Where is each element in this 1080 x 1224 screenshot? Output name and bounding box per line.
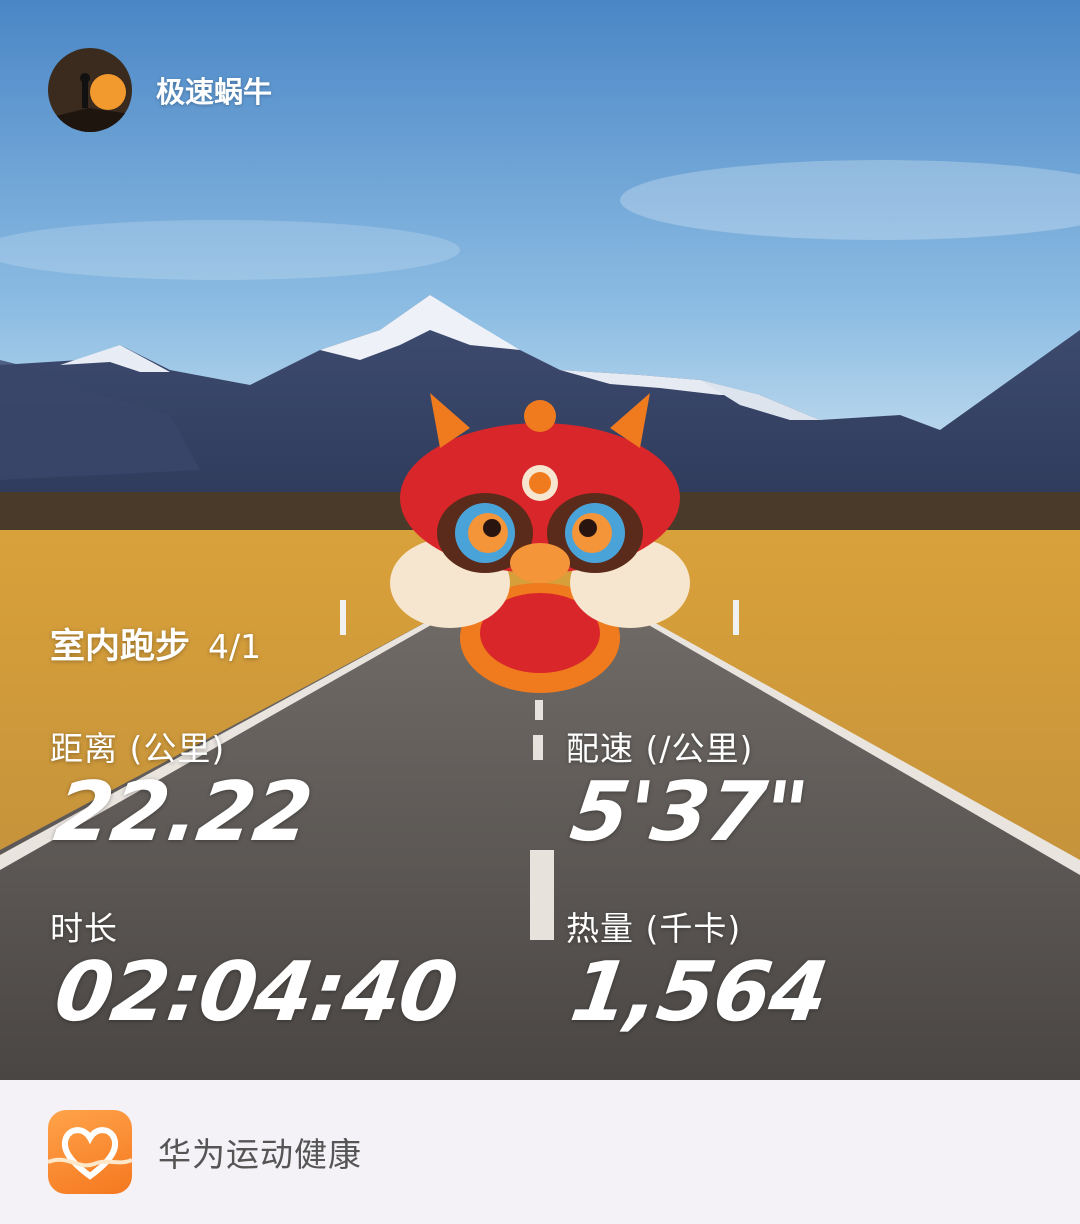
share-card: 极速蜗牛 室内跑步 4/1 距离 (公里) 22.22 配速 (/公里) 5'37…	[0, 0, 1080, 1080]
duration-value: 02:04:40	[49, 945, 463, 1040]
calories-value: 1,564	[565, 945, 833, 1040]
metric-pace: 配速 (/公里) 5'37"	[565, 722, 812, 860]
metric-distance: 距离 (公里) 22.22	[49, 722, 317, 860]
avatar[interactable]	[48, 48, 132, 132]
user-name: 极速蜗牛	[156, 75, 273, 109]
pace-value: 5'37"	[565, 765, 813, 860]
distance-label: 距离 (公里)	[50, 729, 226, 768]
metric-calories: 热量 (千卡) 1,564	[565, 902, 833, 1040]
activity-type: 室内跑步	[50, 627, 191, 667]
user-header: 极速蜗牛	[48, 48, 272, 132]
distance-value: 22.22	[49, 765, 317, 860]
heart-icon[interactable]	[48, 1110, 132, 1194]
duration-label: 时长	[50, 909, 118, 948]
app-name: 华为运动健康	[158, 1135, 362, 1174]
lion-dance-icon	[390, 393, 690, 693]
app-footer: 华为运动健康	[0, 1080, 1080, 1224]
metric-duration: 时长 02:04:40	[49, 902, 462, 1040]
activity-date: 4/1	[208, 627, 262, 666]
pace-label: 配速 (/公里)	[566, 729, 754, 768]
activity-title: 室内跑步 4/1	[50, 618, 261, 669]
calories-label: 热量 (千卡)	[566, 909, 742, 948]
